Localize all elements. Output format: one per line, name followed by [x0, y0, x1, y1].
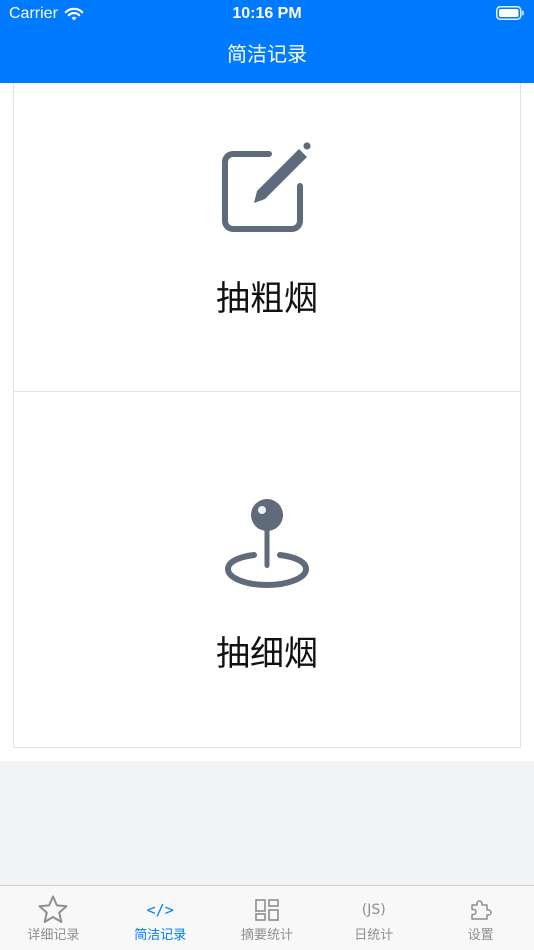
tab-summary-stats[interactable]: 摘要统计: [214, 886, 321, 950]
tab-daily-stats[interactable]: (JS) 日统计: [320, 886, 427, 950]
map-pin-icon: [224, 499, 310, 589]
grid-icon: [251, 894, 283, 926]
tab-settings[interactable]: 设置: [427, 886, 534, 950]
star-icon: [37, 894, 69, 926]
page-title: 简洁记录: [227, 44, 307, 66]
tab-label: 简洁记录: [134, 928, 187, 943]
tab-label: 日统计: [354, 928, 394, 943]
js-glyph: (JS): [361, 902, 386, 918]
thin-cigarette-label: 抽细烟: [216, 634, 318, 674]
tab-detailed-record[interactable]: 详细记录: [0, 886, 107, 950]
tab-label: 详细记录: [27, 928, 80, 943]
thick-cigarette-button[interactable]: 抽粗烟: [13, 83, 521, 392]
tab-label: 设置: [467, 928, 494, 943]
tab-simple-record[interactable]: </> 简洁记录: [107, 886, 214, 950]
navigation-header: Carrier 10:16 PM 简洁记录: [0, 0, 534, 83]
thin-cigarette-button[interactable]: 抽细烟: [13, 391, 521, 748]
tab-label: 摘要统计: [240, 928, 293, 943]
code-glyph: </>: [146, 901, 174, 919]
status-bar: Carrier 10:16 PM: [0, 0, 534, 28]
code-icon: </>: [144, 894, 176, 926]
status-time: 10:16 PM: [232, 5, 302, 22]
edit-icon: [222, 142, 311, 232]
js-icon: (JS): [358, 894, 390, 926]
battery-icon: [496, 6, 524, 20]
puzzle-icon: [465, 894, 497, 926]
tab-bar: 详细记录 </> 简洁记录 摘要统计 (JS) 日统计 设置: [0, 885, 534, 950]
thick-cigarette-label: 抽粗烟: [216, 279, 318, 319]
